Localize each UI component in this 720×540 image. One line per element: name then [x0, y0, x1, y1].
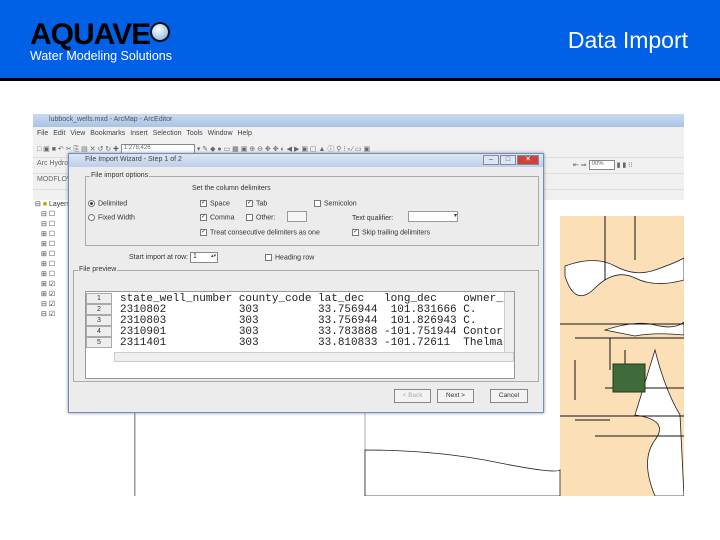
- menu-bookmarks[interactable]: Bookmarks: [90, 130, 125, 137]
- menu-window[interactable]: Window: [208, 130, 233, 137]
- cancel-button[interactable]: Cancel: [490, 389, 528, 403]
- close-button[interactable]: ✕: [517, 155, 539, 165]
- text-qualifier-label: Text qualifier:: [352, 215, 394, 222]
- row-number[interactable]: 3: [86, 315, 112, 326]
- menu-file[interactable]: File: [37, 130, 48, 137]
- aquaveo-logo: AQUAVE: [30, 18, 171, 52]
- checkbox-treat-consecutive[interactable]: ✓ Treat consecutive delimiters as one: [200, 229, 320, 236]
- zoom-combo[interactable]: 00%: [588, 160, 615, 170]
- row-number[interactable]: 5: [86, 337, 112, 348]
- file-preview-grid: 1 2 3 4 5 state_well_number county_code …: [85, 291, 515, 379]
- arcmap-menu-bar: File Edit View Bookmarks Insert Selectio…: [33, 127, 684, 142]
- file-import-options-group: File import options Set the column delim…: [85, 172, 539, 246]
- logo-tagline: Water Modeling Solutions: [30, 49, 172, 63]
- row-number[interactable]: 1: [86, 293, 112, 304]
- row-number[interactable]: 2: [86, 304, 112, 315]
- menu-view[interactable]: View: [70, 130, 85, 137]
- checkbox-tab[interactable]: ✓ Tab: [246, 200, 267, 207]
- menu-tools[interactable]: Tools: [186, 130, 202, 137]
- slide-title: Data Import: [567, 27, 688, 53]
- logo-orb-icon: [150, 22, 171, 42]
- next-button[interactable]: Next >: [437, 389, 474, 403]
- start-row-spinner[interactable]: 1 ▴▾: [190, 252, 218, 263]
- radio-fixed-width[interactable]: Fixed Width: [88, 214, 135, 221]
- preview-row: 2311401 303 33.810833 -101.72611 Thelma: [120, 337, 503, 349]
- minimize-button[interactable]: –: [483, 155, 499, 165]
- dialog-title-bar: File Import Wizard - Step 1 of 2 – □ ✕: [69, 154, 543, 167]
- checkbox-heading-row[interactable]: Heading row: [265, 254, 314, 261]
- region-edge: [364, 449, 561, 496]
- preview-rows: state_well_number county_code lat_dec lo…: [120, 294, 503, 349]
- row-number[interactable]: 4: [86, 326, 112, 337]
- menu-selection[interactable]: Selection: [153, 130, 182, 137]
- start-row-label: Start import at row:: [129, 254, 189, 261]
- slide-header: AQUAVE Water Modeling Solutions Data Imp…: [0, 0, 720, 78]
- menu-insert[interactable]: Insert: [130, 130, 148, 137]
- back-button[interactable]: < Back: [394, 389, 431, 403]
- menu-help[interactable]: Help: [237, 130, 251, 137]
- radio-delimited[interactable]: Delimited: [88, 200, 127, 207]
- maximize-button[interactable]: □: [500, 155, 516, 165]
- checkbox-skip-trailing[interactable]: ✓ Skip trailing delimiters: [352, 229, 430, 236]
- dialog-title: File Import Wizard - Step 1 of 2: [85, 156, 182, 163]
- horizontal-scrollbar[interactable]: [114, 352, 514, 362]
- menu-edit[interactable]: Edit: [53, 130, 65, 137]
- checkbox-space[interactable]: ✓ Space: [200, 200, 230, 207]
- arc-hydro-label: Arc Hydro: [37, 160, 69, 167]
- header-divider: [0, 78, 720, 81]
- group-label: File preview: [78, 266, 118, 273]
- logo-text: AQUAVE: [30, 18, 151, 51]
- other-delimiter-input[interactable]: [287, 211, 307, 222]
- checkbox-comma[interactable]: ✓ Comma: [200, 214, 235, 221]
- checkbox-other[interactable]: Other:: [246, 214, 275, 221]
- file-import-wizard-dialog: File Import Wizard - Step 1 of 2 – □ ✕ F…: [68, 153, 544, 413]
- text-qualifier-select[interactable]: ▾: [408, 211, 458, 222]
- group-label: File import options: [90, 172, 150, 179]
- checkbox-semicolon[interactable]: Semicolon: [314, 200, 357, 207]
- arcmap-title-bar: lubbock_wells.mxd - ArcMap - ArcEditor: [33, 114, 684, 127]
- nav-tools: ⇤ ⇒ 00% ▮ ▮ ⁝⁝: [573, 160, 633, 170]
- wells-cluster[interactable]: [612, 363, 646, 393]
- delimiters-heading: Set the column delimiters: [192, 185, 271, 192]
- vertical-scrollbar[interactable]: [504, 292, 514, 352]
